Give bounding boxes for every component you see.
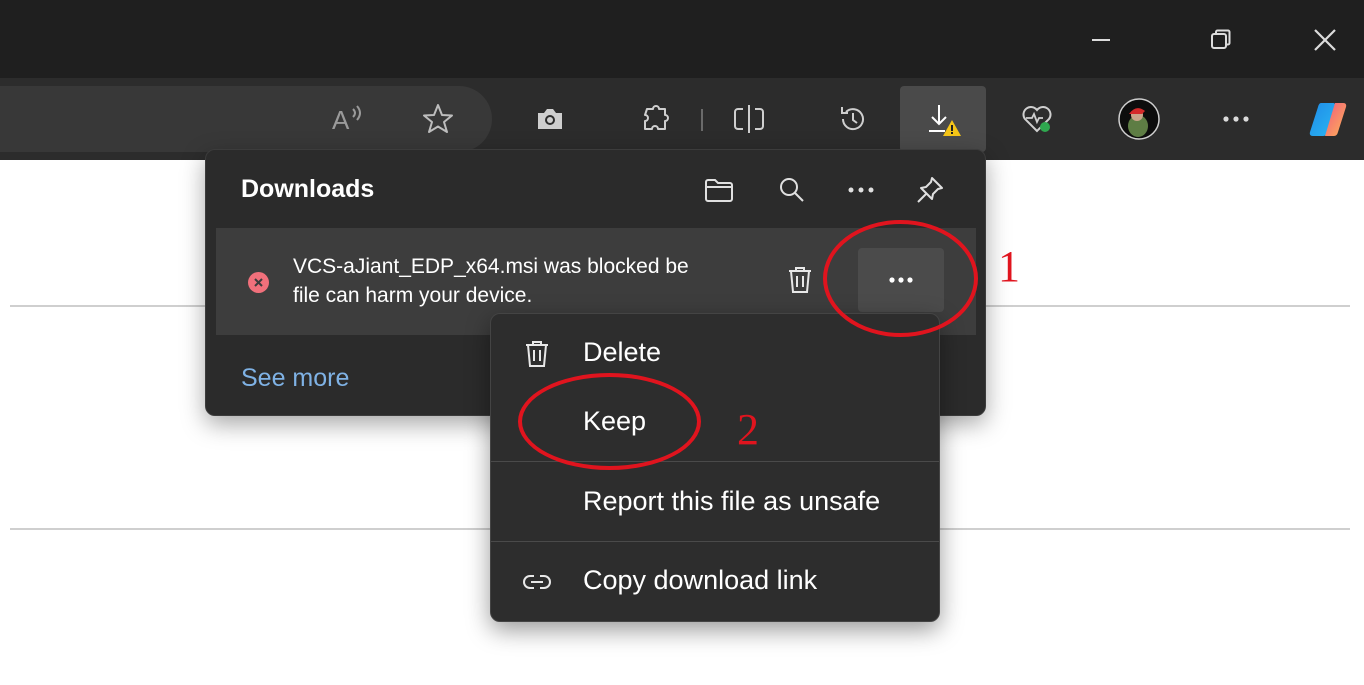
annotation-number-1: 1 [998,242,1020,291]
download-status-line-2: file can harm your device. [293,284,533,307]
link-icon [521,566,553,598]
menu-item-copy-link[interactable]: Copy download link [491,550,939,612]
menu-item-copy-link-label: Copy download link [583,565,818,595]
annotation-circle-step-1 [823,220,978,337]
download-status-line-1: VCS-aJiant_EDP_x64.msi was blocked be [293,255,689,278]
download-context-menu: Delete Keep Report this file as unsafe C… [490,313,940,622]
trash-icon [521,338,553,370]
profile-avatar[interactable] [1104,86,1174,152]
close-icon[interactable] [1303,20,1347,60]
screenshot-camera-icon[interactable] [515,86,585,152]
svg-text:A: A [332,105,350,135]
favorite-star-icon[interactable] [403,86,473,152]
menu-item-report-unsafe[interactable]: Report this file as unsafe [491,471,939,533]
blocked-error-icon [248,272,269,293]
split-screen-icon[interactable] [714,86,784,152]
pin-icon[interactable] [908,168,952,212]
history-icon[interactable] [818,86,888,152]
extensions-icon[interactable] [620,86,690,152]
copilot-icon[interactable] [1294,86,1364,152]
restore-icon[interactable] [1199,20,1243,60]
downloads-title: Downloads [241,175,375,203]
menu-item-delete-label: Delete [583,337,662,367]
browser-window: A Downloads VCS-aJiant_EDP_x64.msi was b… [0,0,1364,685]
minimize-icon[interactable] [1079,20,1123,60]
see-more-link[interactable]: See more [241,364,349,393]
read-aloud-icon[interactable]: A [314,86,384,152]
annotation-circle-step-2 [518,373,701,470]
toolbar-separator [701,109,703,131]
search-icon[interactable] [770,168,814,212]
download-status-text: VCS-aJiant_EDP_x64.msi was blocked be fi… [293,252,763,310]
open-folder-icon[interactable] [697,168,741,212]
more-icon[interactable] [1201,86,1271,152]
browser-toolbar: A [0,78,1364,160]
delete-download-icon[interactable] [778,258,822,302]
more-options-icon[interactable] [839,168,883,212]
menu-item-report-unsafe-label: Report this file as unsafe [583,486,881,516]
title-bar [0,0,1364,78]
downloads-warning-icon[interactable] [900,86,986,152]
browser-essentials-icon[interactable] [1002,86,1072,152]
annotation-number-2: 2 [737,405,759,454]
menu-separator [491,541,939,542]
